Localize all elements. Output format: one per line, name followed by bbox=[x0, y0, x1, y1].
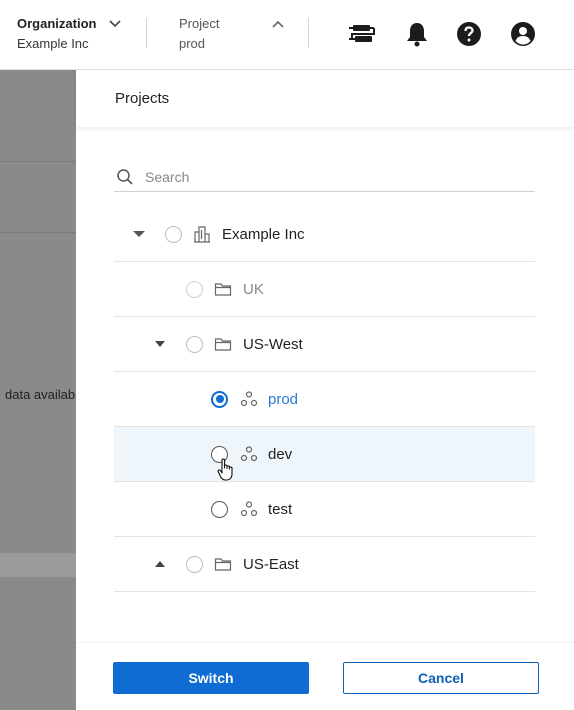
search-icon bbox=[117, 168, 133, 185]
radio-prod[interactable] bbox=[211, 390, 228, 408]
search-input[interactable] bbox=[145, 168, 525, 185]
tree-item-dev[interactable]: dev bbox=[114, 427, 535, 482]
topbar-divider bbox=[308, 18, 309, 48]
tree-item-us-east[interactable]: US-East bbox=[114, 537, 535, 592]
tree-item-us-west[interactable]: US-West bbox=[114, 317, 535, 372]
folder-icon bbox=[214, 338, 232, 351]
project-value: prod bbox=[179, 36, 206, 51]
organization-value: Example Inc bbox=[17, 36, 89, 51]
tree-item-label: Example Inc bbox=[222, 225, 305, 243]
tree-item-label: dev bbox=[268, 445, 293, 463]
pipeline-icon[interactable] bbox=[348, 20, 376, 48]
page-backdrop[interactable]: data availab bbox=[0, 70, 76, 710]
folder-icon bbox=[214, 283, 232, 296]
project-icon bbox=[240, 446, 258, 462]
tree-item-label: UK bbox=[243, 280, 264, 298]
radio-example-inc[interactable] bbox=[165, 225, 182, 243]
project-icon bbox=[240, 391, 258, 407]
projects-panel: Projects Example Inc UK bbox=[76, 70, 574, 710]
tree-item-label: prod bbox=[268, 390, 299, 408]
panel-title: Projects bbox=[76, 70, 574, 127]
backdrop-divider bbox=[0, 232, 76, 233]
project-title: Project bbox=[179, 16, 220, 31]
tree-item-test[interactable]: test bbox=[114, 482, 535, 537]
top-bar: Organization Example Inc Project prod bbox=[0, 0, 574, 70]
radio-us-west[interactable] bbox=[186, 335, 203, 353]
cancel-button[interactable]: Cancel bbox=[343, 662, 539, 694]
project-tree: Example Inc UK US-West prod dev test US-… bbox=[114, 207, 535, 592]
folder-icon bbox=[214, 558, 232, 571]
caret-down-icon[interactable] bbox=[133, 230, 145, 238]
hand-cursor-icon bbox=[217, 458, 233, 481]
help-icon[interactable] bbox=[455, 20, 483, 48]
tree-item-label: US-West bbox=[243, 335, 303, 353]
backdrop-divider bbox=[0, 553, 76, 577]
project-icon bbox=[240, 501, 258, 517]
tree-item-prod[interactable]: prod bbox=[114, 372, 535, 427]
panel-footer: Switch Cancel bbox=[76, 642, 574, 710]
chevron-up-icon[interactable] bbox=[271, 19, 285, 29]
tree-item-label: US-East bbox=[243, 555, 299, 573]
backdrop-divider bbox=[0, 161, 76, 162]
search-bar[interactable] bbox=[114, 162, 535, 192]
account-icon[interactable] bbox=[509, 20, 537, 48]
chevron-down-icon[interactable] bbox=[108, 19, 122, 29]
project-selector[interactable]: Project prod bbox=[179, 16, 219, 51]
backdrop-text: data availab bbox=[5, 387, 76, 402]
tree-item-label: test bbox=[268, 500, 293, 518]
radio-us-east[interactable] bbox=[186, 555, 203, 573]
organization-icon bbox=[194, 226, 210, 243]
radio-test[interactable] bbox=[211, 500, 228, 518]
caret-down-icon[interactable] bbox=[154, 340, 166, 348]
tree-item-example-inc[interactable]: Example Inc bbox=[114, 207, 535, 262]
bell-icon[interactable] bbox=[403, 20, 431, 48]
radio-uk[interactable] bbox=[186, 280, 203, 298]
tree-item-uk[interactable]: UK bbox=[114, 262, 535, 317]
caret-up-icon[interactable] bbox=[154, 560, 166, 568]
organization-selector[interactable]: Organization Example Inc bbox=[17, 16, 96, 51]
organization-title: Organization bbox=[17, 16, 97, 31]
switch-button[interactable]: Switch bbox=[113, 662, 309, 694]
topbar-divider bbox=[146, 18, 147, 48]
